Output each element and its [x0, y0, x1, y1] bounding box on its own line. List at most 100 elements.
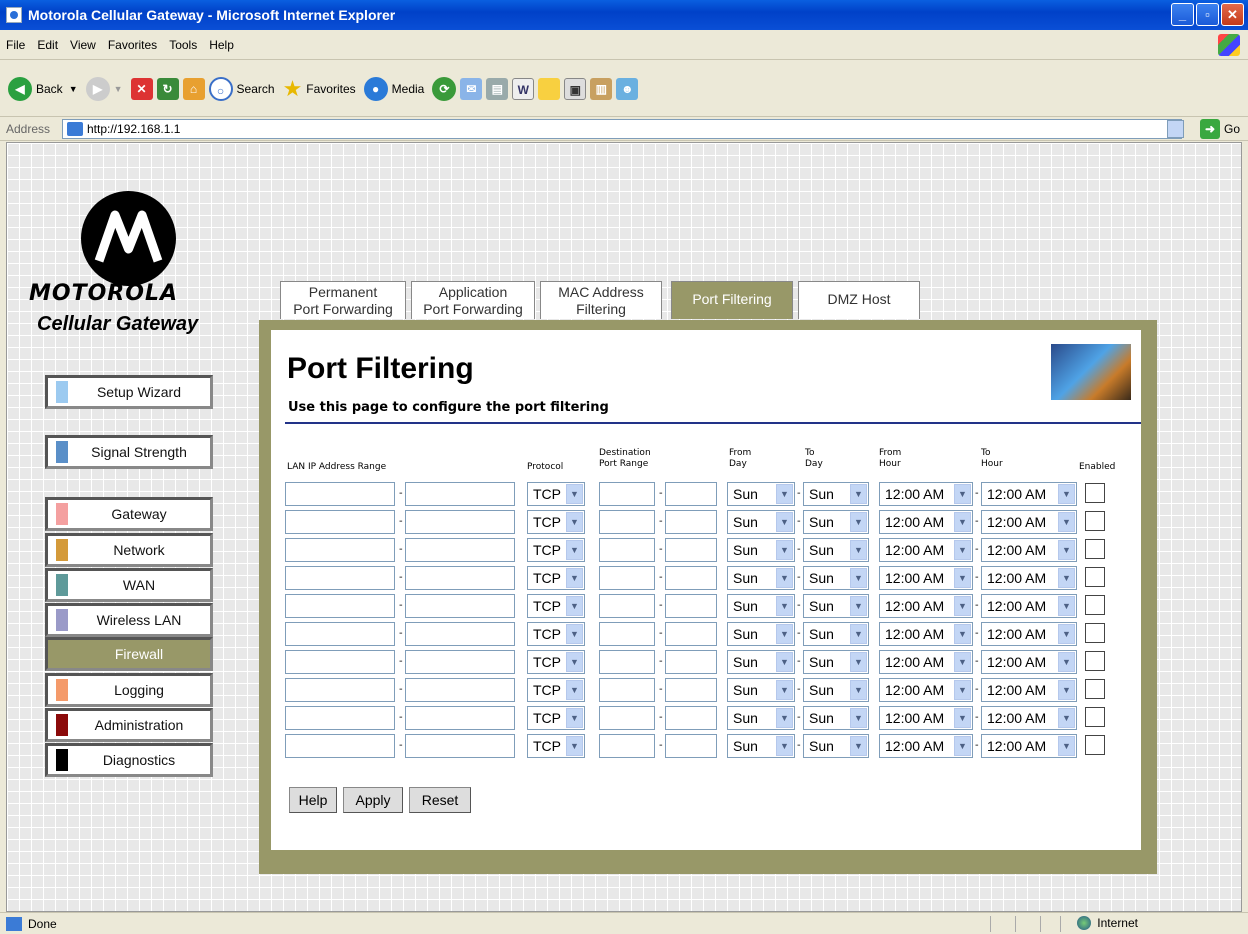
reset-button[interactable]: Reset: [409, 787, 471, 813]
dest-port-end-input[interactable]: [665, 538, 717, 562]
to-day-select[interactable]: Sun ▼: [803, 734, 869, 758]
protocol-select[interactable]: TCP ▼: [527, 510, 585, 534]
from-hour-select[interactable]: 12:00 AM ▼: [879, 734, 973, 758]
from-hour-select[interactable]: 12:00 AM ▼: [879, 706, 973, 730]
dest-port-end-input[interactable]: [665, 510, 717, 534]
chevron-down-icon[interactable]: ▼: [1058, 680, 1075, 700]
chevron-down-icon[interactable]: ▼: [1058, 540, 1075, 560]
chevron-down-icon[interactable]: ▼: [850, 624, 867, 644]
chevron-down-icon[interactable]: ▼: [566, 512, 583, 532]
from-hour-select[interactable]: 12:00 AM ▼: [879, 566, 973, 590]
dest-port-start-input[interactable]: [599, 734, 655, 758]
chevron-down-icon[interactable]: ▼: [776, 596, 793, 616]
chevron-down-icon[interactable]: ▼: [1058, 568, 1075, 588]
history-icon[interactable]: ⟳: [432, 76, 457, 101]
chevron-down-icon[interactable]: ▼: [850, 652, 867, 672]
forward-dropdown-icon[interactable]: ▼: [114, 84, 123, 94]
lan-ip-start-input[interactable]: [285, 482, 395, 506]
chevron-down-icon[interactable]: ▼: [954, 736, 971, 756]
to-hour-select[interactable]: 12:00 AM ▼: [981, 510, 1077, 534]
enabled-checkbox[interactable]: [1085, 539, 1105, 559]
enabled-checkbox[interactable]: [1085, 595, 1105, 615]
chevron-down-icon[interactable]: ▼: [1058, 512, 1075, 532]
nav-item-administration[interactable]: Administration: [45, 708, 213, 742]
lan-ip-start-input[interactable]: [285, 538, 395, 562]
chevron-down-icon[interactable]: ▼: [1058, 736, 1075, 756]
chevron-down-icon[interactable]: ▼: [566, 708, 583, 728]
nav-item-wan[interactable]: WAN: [45, 568, 213, 602]
chevron-down-icon[interactable]: ▼: [850, 736, 867, 756]
menu-help[interactable]: Help: [209, 38, 234, 52]
chevron-down-icon[interactable]: ▼: [850, 596, 867, 616]
chevron-down-icon[interactable]: ▼: [566, 568, 583, 588]
chevron-down-icon[interactable]: ▼: [566, 736, 583, 756]
to-hour-select[interactable]: 12:00 AM ▼: [981, 650, 1077, 674]
to-hour-select[interactable]: 12:00 AM ▼: [981, 678, 1077, 702]
dest-port-start-input[interactable]: [599, 594, 655, 618]
maximize-button[interactable]: ▫: [1196, 3, 1219, 26]
nav-item-firewall[interactable]: Firewall: [45, 637, 213, 671]
chevron-down-icon[interactable]: ▼: [954, 624, 971, 644]
from-hour-select[interactable]: 12:00 AM ▼: [879, 510, 973, 534]
from-hour-select[interactable]: 12:00 AM ▼: [879, 622, 973, 646]
enabled-checkbox[interactable]: [1085, 567, 1105, 587]
protocol-select[interactable]: TCP ▼: [527, 650, 585, 674]
to-hour-select[interactable]: 12:00 AM ▼: [981, 594, 1077, 618]
chevron-down-icon[interactable]: ▼: [566, 652, 583, 672]
chevron-down-icon[interactable]: ▼: [954, 512, 971, 532]
menu-view[interactable]: View: [70, 38, 96, 52]
from-day-select[interactable]: Sun ▼: [727, 678, 795, 702]
chevron-down-icon[interactable]: ▼: [954, 680, 971, 700]
nav-signal-strength[interactable]: Signal Strength: [45, 435, 213, 469]
dest-port-end-input[interactable]: [665, 622, 717, 646]
tab-port-filtering[interactable]: Port Filtering: [671, 281, 793, 319]
protocol-select[interactable]: TCP ▼: [527, 594, 585, 618]
edit-word-icon[interactable]: W: [512, 77, 535, 100]
to-day-select[interactable]: Sun ▼: [803, 594, 869, 618]
chevron-down-icon[interactable]: ▼: [850, 540, 867, 560]
lan-ip-start-input[interactable]: [285, 566, 395, 590]
dest-port-end-input[interactable]: [665, 734, 717, 758]
nav-item-network[interactable]: Network: [45, 533, 213, 567]
lan-ip-end-input[interactable]: [405, 622, 515, 646]
nav-item-diagnostics[interactable]: Diagnostics: [45, 743, 213, 777]
back-button[interactable]: ◀ Back ▼: [8, 76, 78, 101]
to-hour-select[interactable]: 12:00 AM ▼: [981, 706, 1077, 730]
chevron-down-icon[interactable]: ▼: [954, 708, 971, 728]
chevron-down-icon[interactable]: ▼: [954, 652, 971, 672]
lan-ip-end-input[interactable]: [405, 734, 515, 758]
lan-ip-end-input[interactable]: [405, 706, 515, 730]
from-day-select[interactable]: Sun ▼: [727, 566, 795, 590]
lan-ip-end-input[interactable]: [405, 482, 515, 506]
lan-ip-start-input[interactable]: [285, 594, 395, 618]
chevron-down-icon[interactable]: ▼: [566, 596, 583, 616]
enabled-checkbox[interactable]: [1085, 623, 1105, 643]
chevron-down-icon[interactable]: ▼: [954, 596, 971, 616]
protocol-select[interactable]: TCP ▼: [527, 734, 585, 758]
enabled-checkbox[interactable]: [1085, 483, 1105, 503]
to-day-select[interactable]: Sun ▼: [803, 650, 869, 674]
to-hour-select[interactable]: 12:00 AM ▼: [981, 482, 1077, 506]
enabled-checkbox[interactable]: [1085, 735, 1105, 755]
from-hour-select[interactable]: 12:00 AM ▼: [879, 678, 973, 702]
dest-port-end-input[interactable]: [665, 650, 717, 674]
to-hour-select[interactable]: 12:00 AM ▼: [981, 538, 1077, 562]
menu-favorites[interactable]: Favorites: [108, 38, 157, 52]
to-hour-select[interactable]: 12:00 AM ▼: [981, 734, 1077, 758]
research-icon[interactable]: ▥: [590, 77, 613, 100]
protocol-select[interactable]: TCP ▼: [527, 538, 585, 562]
to-day-select[interactable]: Sun ▼: [803, 566, 869, 590]
address-input[interactable]: http://192.168.1.1: [62, 119, 1182, 139]
nav-item-logging[interactable]: Logging: [45, 673, 213, 707]
lan-ip-end-input[interactable]: [405, 538, 515, 562]
to-hour-select[interactable]: 12:00 AM ▼: [981, 566, 1077, 590]
close-button[interactable]: ✕: [1221, 3, 1244, 26]
dest-port-start-input[interactable]: [599, 510, 655, 534]
enabled-checkbox[interactable]: [1085, 651, 1105, 671]
lan-ip-start-input[interactable]: [285, 678, 395, 702]
home-icon[interactable]: ⌂: [182, 77, 205, 100]
apply-button[interactable]: Apply: [343, 787, 403, 813]
chevron-down-icon[interactable]: ▼: [1058, 708, 1075, 728]
minimize-button[interactable]: _: [1171, 3, 1194, 26]
lan-ip-end-input[interactable]: [405, 594, 515, 618]
